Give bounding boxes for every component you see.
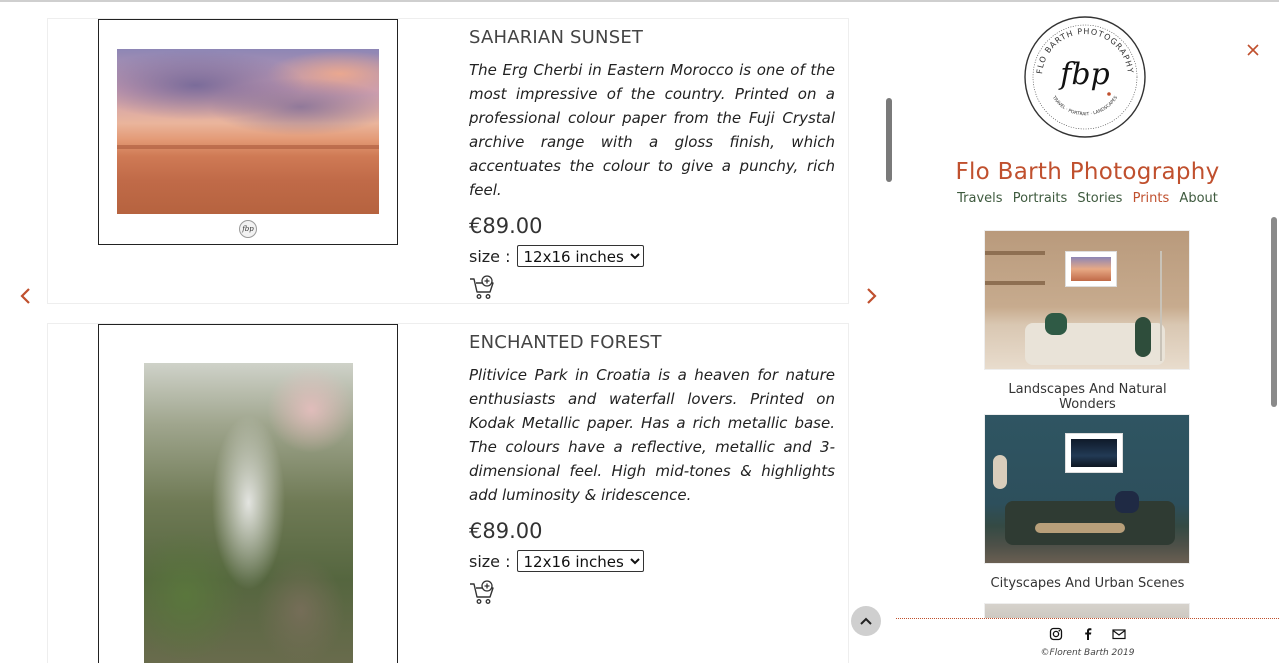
product-info: ENCHANTED FOREST Plitivice Park in Croat… bbox=[469, 332, 835, 606]
mail-icon[interactable] bbox=[1111, 626, 1126, 640]
sidebar-scrollbar[interactable] bbox=[1271, 217, 1277, 407]
wall-print bbox=[1065, 433, 1123, 473]
category-item[interactable] bbox=[984, 603, 1191, 618]
chevron-right-icon[interactable] bbox=[863, 286, 879, 306]
nav-item-travels[interactable]: Travels bbox=[957, 191, 1002, 206]
nav-item-portraits[interactable]: Portraits bbox=[1013, 191, 1068, 206]
chevron-up-icon bbox=[860, 617, 872, 625]
category-image[interactable] bbox=[984, 414, 1190, 564]
facebook-icon[interactable] bbox=[1081, 626, 1095, 640]
product-image-frame[interactable] bbox=[98, 324, 398, 663]
logo-sub-text: TRAVEL · PORTRAIT · LANDSCAPES bbox=[1050, 94, 1119, 117]
add-to-cart-icon[interactable] bbox=[469, 580, 495, 606]
prints-list: fbp SAHARIAN SUNSET The Erg Cherbi in Ea… bbox=[0, 0, 896, 663]
product-card: fbp SAHARIAN SUNSET The Erg Cherbi in Ea… bbox=[47, 18, 849, 304]
cushion bbox=[1045, 313, 1067, 335]
product-card: ENCHANTED FOREST Plitivice Park in Croat… bbox=[47, 323, 849, 663]
product-price: €89.00 bbox=[469, 519, 543, 543]
nav-item-stories[interactable]: Stories bbox=[1077, 191, 1122, 206]
category-caption[interactable]: Landscapes And Natural Wonders bbox=[984, 382, 1191, 412]
size-row: size : 12x16 inches bbox=[469, 245, 835, 267]
product-description: The Erg Cherbi in Eastern Morocco is one… bbox=[469, 61, 835, 199]
product-photo-saharian-sunset[interactable] bbox=[117, 49, 379, 214]
footer-divider bbox=[896, 618, 1279, 619]
wall-print bbox=[1065, 251, 1117, 287]
nav-item-prints[interactable]: Prints bbox=[1133, 191, 1170, 206]
close-icon[interactable] bbox=[1245, 42, 1261, 58]
size-label: size : bbox=[469, 551, 511, 571]
category-landscapes[interactable]: Landscapes And Natural Wonders bbox=[984, 230, 1191, 412]
sidebar-menu: FLO BARTH PHOTOGRAPHY TRAVEL · PORTRAIT … bbox=[896, 2, 1279, 663]
chevron-left-icon[interactable] bbox=[18, 286, 34, 306]
brand-logo[interactable]: FLO BARTH PHOTOGRAPHY TRAVEL · PORTRAIT … bbox=[1024, 16, 1146, 138]
category-caption[interactable]: Cityscapes And Urban Scenes bbox=[984, 576, 1191, 591]
coffee-table bbox=[1035, 523, 1125, 533]
instagram-icon[interactable] bbox=[1049, 626, 1063, 641]
size-label: size : bbox=[469, 246, 511, 266]
product-info: SAHARIAN SUNSET The Erg Cherbi in Easter… bbox=[469, 27, 835, 301]
floor-lamp bbox=[1160, 251, 1162, 361]
size-select[interactable]: 12x16 inches bbox=[516, 245, 644, 267]
svg-text:TRAVEL · PORTRAIT · LANDSCAPES: TRAVEL · PORTRAIT · LANDSCAPES bbox=[1050, 94, 1119, 117]
main-nav: Travels Portraits Stories Prints About bbox=[896, 191, 1279, 206]
add-to-cart-icon[interactable] bbox=[469, 275, 495, 301]
category-gallery: Landscapes And Natural Wonders Cityscape… bbox=[896, 220, 1279, 618]
product-photo-enchanted-forest[interactable] bbox=[144, 363, 353, 663]
watermark-logo: fbp bbox=[239, 220, 257, 238]
main-scrollbar[interactable] bbox=[886, 98, 892, 182]
product-title: ENCHANTED FOREST bbox=[469, 332, 662, 353]
category-cityscapes[interactable]: Cityscapes And Urban Scenes bbox=[984, 414, 1191, 591]
wall-shelf bbox=[985, 251, 1045, 255]
product-price: €89.00 bbox=[469, 214, 543, 238]
throw bbox=[1135, 317, 1151, 357]
size-select[interactable]: 12x16 inches bbox=[516, 550, 644, 572]
product-description: Plitivice Park in Croatia is a heaven fo… bbox=[469, 366, 835, 504]
site-title[interactable]: Flo Barth Photography bbox=[896, 159, 1279, 185]
copyright: ©Florent Barth 2019 bbox=[1040, 648, 1135, 658]
category-image[interactable] bbox=[984, 230, 1190, 370]
size-row: size : 12x16 inches bbox=[469, 550, 835, 572]
nav-item-about[interactable]: About bbox=[1179, 191, 1217, 206]
social-links bbox=[896, 626, 1279, 645]
cushion bbox=[1115, 491, 1139, 513]
product-image-frame[interactable]: fbp bbox=[98, 19, 398, 245]
product-title: SAHARIAN SUNSET bbox=[469, 27, 644, 48]
vase bbox=[993, 455, 1007, 489]
wall-shelf bbox=[985, 281, 1045, 285]
category-image[interactable] bbox=[984, 603, 1190, 618]
logo-mark: fbp bbox=[1058, 57, 1110, 92]
back-to-top-button[interactable] bbox=[851, 606, 881, 636]
